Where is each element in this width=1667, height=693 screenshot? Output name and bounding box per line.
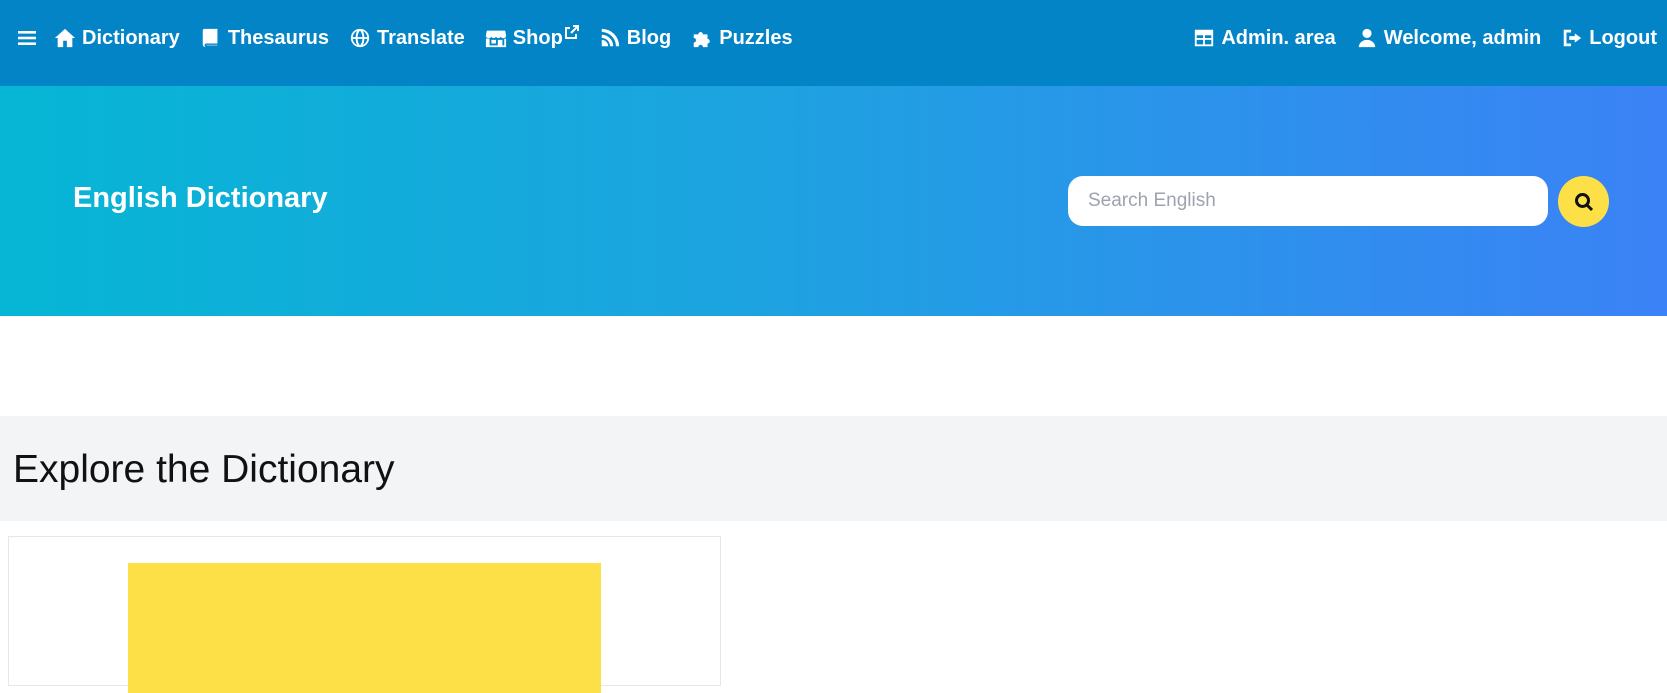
external-link-icon	[564, 25, 579, 39]
nav-link-label: Welcome, admin	[1383, 26, 1542, 49]
nav-link-welcome-user[interactable]: Welcome, admin	[1356, 27, 1541, 50]
card-banner-image	[128, 563, 601, 693]
nav-link-puzzles[interactable]: Puzzles	[691, 26, 793, 50]
table-icon	[1193, 27, 1215, 49]
nav-link-label: Dictionary	[82, 26, 180, 49]
nav-link-shop[interactable]: Shop	[485, 25, 579, 50]
home-icon	[54, 27, 76, 49]
search-input[interactable]	[1068, 176, 1548, 226]
nav-link-blog[interactable]: Blog	[599, 27, 671, 50]
nav-right-group: Admin. area Welcome, admin Logout	[1173, 0, 1657, 76]
explore-card	[8, 536, 721, 693]
store-icon	[485, 27, 507, 49]
nav-link-label: Admin. area	[1221, 26, 1336, 49]
page-title: English Dictionary	[73, 182, 328, 214]
globe-icon	[349, 27, 371, 49]
user-icon	[1356, 27, 1378, 49]
search-button[interactable]	[1558, 176, 1609, 227]
nav-left-group: Dictionary Thesaurus Translate Shop Blog…	[16, 0, 813, 76]
hamburger-menu-icon[interactable]	[16, 27, 38, 49]
nav-link-label: Puzzles	[719, 26, 793, 49]
nav-link-logout[interactable]: Logout	[1561, 27, 1657, 50]
nav-link-thesaurus[interactable]: Thesaurus	[200, 27, 329, 50]
blog-icon	[599, 27, 621, 49]
logout-icon	[1561, 27, 1583, 49]
top-navbar: Dictionary Thesaurus Translate Shop Blog…	[0, 0, 1667, 86]
section-title: Explore the Dictionary	[13, 448, 395, 491]
nav-link-label: Thesaurus	[227, 26, 329, 49]
nav-link-admin-area[interactable]: Admin. area	[1193, 26, 1336, 50]
nav-link-label: Shop	[512, 26, 563, 49]
hero-banner: English Dictionary	[0, 86, 1667, 316]
explore-section-header: Explore the Dictionary	[0, 416, 1667, 521]
search-icon	[1574, 192, 1593, 211]
nav-link-label: Logout	[1589, 26, 1657, 49]
nav-link-label: Translate	[376, 26, 465, 49]
book-icon	[200, 27, 222, 49]
nav-link-dictionary[interactable]: Dictionary	[54, 27, 180, 50]
nav-link-translate[interactable]: Translate	[349, 27, 465, 50]
nav-link-label: Blog	[626, 26, 672, 49]
puzzle-icon	[691, 27, 713, 49]
